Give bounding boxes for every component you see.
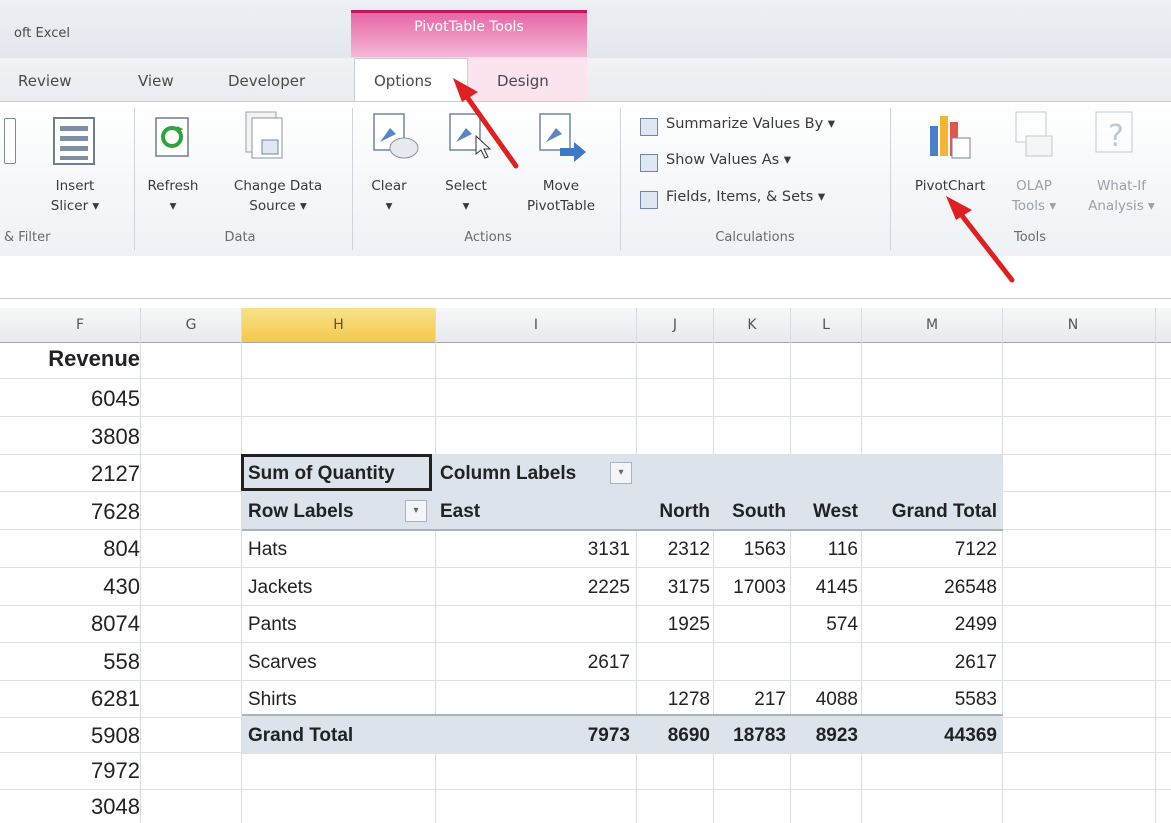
arrow-to-options-tab xyxy=(453,78,519,169)
arrow-to-pivotchart xyxy=(946,196,1015,283)
annotation-arrows xyxy=(453,78,1015,283)
